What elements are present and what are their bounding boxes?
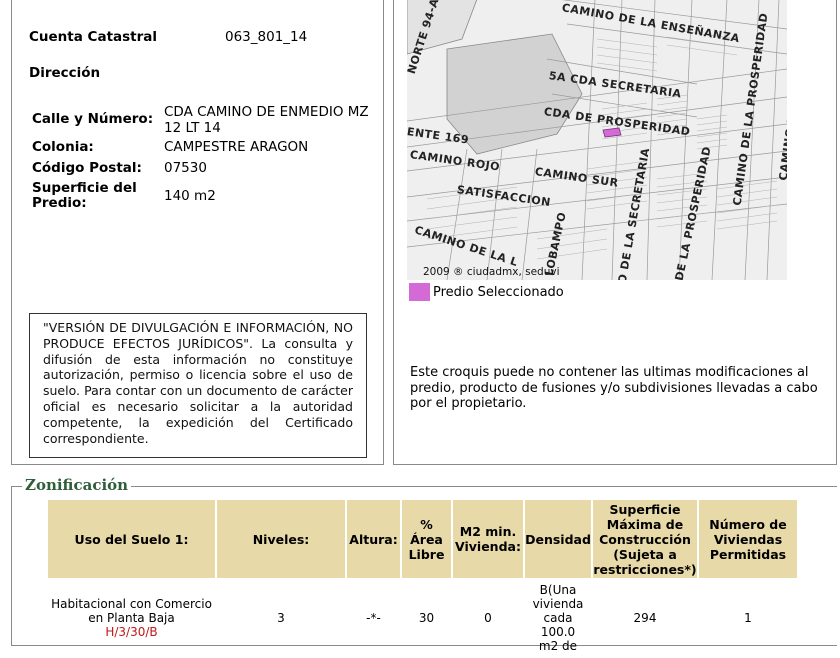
calle-numero-value-line1: CDA CAMINO DE ENMEDIO MZ <box>164 104 369 120</box>
col-numero-viviendas: Número de Viviendas Permitidas <box>699 500 797 578</box>
zonificacion-title: Zonificación <box>22 476 132 494</box>
cuenta-catastral-label: Cuenta Catastral <box>29 29 158 45</box>
colonia-label: Colonia: <box>32 139 94 155</box>
superficie-label-line1: Superficie del <box>32 180 137 196</box>
zonificacion-table: Uso del Suelo 1: Niveles: Altura: % Área L… <box>46 500 799 658</box>
zonificacion-code: H/3/30/B <box>105 625 158 639</box>
col-uso-suelo: Uso del Suelo 1: <box>48 500 215 578</box>
cell-numero-viviendas: 1 <box>744 611 752 625</box>
cell-area-libre: 30 <box>418 611 435 625</box>
disclaimer-box: "VERSIÓN DE DIVULGACIÓN E INFORMACIÓN, N… <box>29 313 367 458</box>
cell-densidad: B(Una vivienda cada 100.0 m2 de <box>532 583 584 653</box>
col-altura: Altura: <box>347 500 400 578</box>
superficie-value: 140 m2 <box>164 188 216 204</box>
superficie-label-line2: Predio: <box>32 195 87 211</box>
cell-altura: -*- <box>366 611 381 625</box>
map-disclaimer-note: Este croquis puede no contener las ultim… <box>410 365 818 411</box>
codigo-postal-label: Código Postal: <box>32 160 142 176</box>
col-densidad: Densidad <box>525 500 591 578</box>
calle-numero-value-line2: 12 LT 14 <box>164 120 221 136</box>
cuenta-catastral-value: 063_801_14 <box>225 29 308 45</box>
table-header-row: Uso del Suelo 1: Niveles: Altura: % Área L… <box>48 500 797 578</box>
cell-m2-min: 0 <box>484 611 492 625</box>
legend-label: Predio Seleccionado <box>433 285 564 300</box>
cell-niveles: 3 <box>277 611 285 625</box>
col-area-libre: % Área Libre <box>402 500 451 578</box>
calle-numero-label: Calle y Número: <box>32 111 154 127</box>
codigo-postal-value: 07530 <box>164 160 207 176</box>
colonia-value: CAMPESTRE ARAGON <box>164 139 309 155</box>
table-row: Habitacional con Comercio en Planta Baja H… <box>48 578 797 658</box>
selected-predio-marker <box>602 127 622 138</box>
cell-superficie: 294 <box>633 611 657 625</box>
predio-info-panel: Cuenta Catastral 063_801_14 Dirección Ca… <box>11 0 384 465</box>
cell-uso-suelo: Habitacional con Comercio en Planta Baja H… <box>51 597 212 639</box>
map-panel: CAMINO DE LA ENSEÑANZA NORTE 94-A 5A CDA… <box>393 0 837 465</box>
col-m2-min-vivienda: M2 min. Vivienda: <box>453 500 523 578</box>
map-copyright: 2009 ® ciudadmx, seduvi <box>423 266 560 278</box>
col-niveles: Niveles: <box>217 500 345 578</box>
col-superficie-maxima: Superficie Máxima de Construcción (Sujeta a… <box>593 500 697 578</box>
croquis-map[interactable]: CAMINO DE LA ENSEÑANZA NORTE 94-A 5A CDA… <box>407 0 787 280</box>
direccion-label: Dirección <box>29 65 101 81</box>
legend-swatch <box>409 283 430 301</box>
